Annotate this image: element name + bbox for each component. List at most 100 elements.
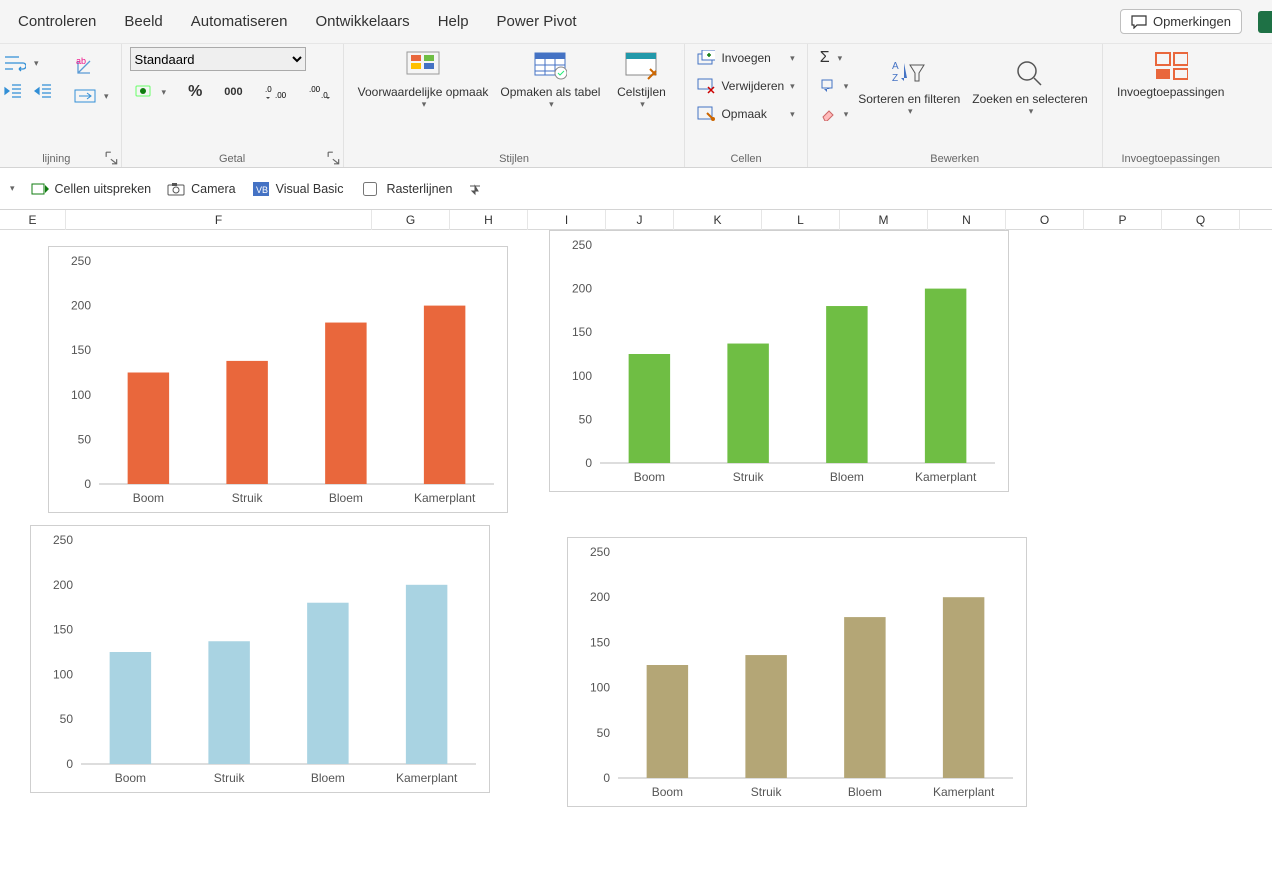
column-header[interactable]: Q [1162,210,1240,230]
column-header[interactable]: P [1084,210,1162,230]
bar[interactable] [128,373,169,485]
svg-text:250: 250 [572,238,592,252]
thousands-button[interactable]: 000 [220,81,246,103]
bar[interactable] [943,597,984,778]
bar[interactable] [745,655,786,778]
insert-button[interactable]: Invoegen ▾ [693,47,798,69]
column-header[interactable]: F [66,210,372,230]
visual-basic-button[interactable]: VB Visual Basic [252,181,344,197]
thousands-icon: 000 [224,86,242,98]
bar[interactable] [226,361,267,484]
increase-decimal-button[interactable]: .0.00 [261,81,291,103]
insert-label: Invoegen [721,51,770,65]
bar[interactable] [110,652,151,764]
bar[interactable] [406,585,447,764]
quick-customize[interactable] [468,182,482,196]
bar[interactable] [424,306,465,484]
column-header[interactable]: J [606,210,674,230]
chart-0[interactable]: 050100150200250BoomStruikBloemKamerplant [49,247,509,514]
autosum-button[interactable]: Σ ▾ [816,47,853,69]
svg-text:0: 0 [603,771,610,785]
camera-button[interactable]: Camera [167,182,235,196]
svg-text:200: 200 [53,578,73,592]
currency-button[interactable]: ▾ [130,81,171,103]
cell-styles-icon [624,49,658,83]
format-as-table-button[interactable]: Opmaken als tabel ▾ [494,47,606,112]
bar[interactable] [826,306,867,463]
quick-dropdown[interactable]: ▾ [8,183,15,194]
wrap-text-button[interactable]: ▾ [0,52,43,74]
increase-decimal-icon: .0.00 [265,84,287,100]
embedded-chart[interactable]: 050100150200250BoomStruikBloemKamerplant [567,537,1027,807]
search-icon [1013,56,1047,90]
dropdown-icon: ▾ [104,91,109,102]
clear-button[interactable]: ▾ [816,103,853,125]
orientation-button[interactable]: ab [70,53,113,79]
format-label: Opmaak [721,107,766,121]
menu-powerpivot[interactable]: Power Pivot [497,13,577,30]
merge-button[interactable]: ▾ [70,85,113,107]
svg-text:200: 200 [572,282,592,296]
comments-button[interactable]: Opmerkingen [1120,9,1242,34]
addins-button[interactable]: Invoegtoepassingen [1111,47,1231,101]
conditional-format-button[interactable]: Voorwaardelijke opmaak ▾ [352,47,495,112]
svg-text:Bloem: Bloem [311,771,345,785]
menu-controleren[interactable]: Controleren [18,13,96,30]
bar[interactable] [307,603,348,764]
column-header[interactable]: G [372,210,450,230]
format-button[interactable]: Opmaak ▾ [693,103,798,125]
decrease-decimal-button[interactable]: .00.0 [305,81,335,103]
embedded-chart[interactable]: 050100150200250BoomStruikBloemKamerplant [549,230,1009,492]
gridlines-checkbox[interactable] [363,182,377,196]
menu-beeld[interactable]: Beeld [124,13,162,30]
bar[interactable] [325,323,366,484]
sort-filter-button[interactable]: AZ Sorteren en filteren ▾ [852,54,966,119]
menu-ontwikkelaars[interactable]: Ontwikkelaars [315,13,409,30]
svg-text:Boom: Boom [634,470,665,484]
bar[interactable] [629,354,670,463]
bar[interactable] [727,344,768,463]
svg-text:250: 250 [590,545,610,559]
embedded-chart[interactable]: 050100150200250BoomStruikBloemKamerplant [30,525,490,793]
dialog-launcher-icon[interactable] [105,151,119,165]
cell-styles-button[interactable]: Celstijlen ▾ [606,47,676,112]
fill-button[interactable]: ▾ [816,75,853,97]
column-header[interactable]: O [1006,210,1084,230]
dropdown-icon: ▾ [1029,106,1034,117]
speak-cells-button[interactable]: Cellen uitspreken [31,182,152,196]
find-select-button[interactable]: Zoeken en selecteren ▾ [966,54,1093,119]
menu-automatiseren[interactable]: Automatiseren [191,13,288,30]
column-header[interactable]: N [928,210,1006,230]
bar[interactable] [925,289,966,463]
column-header[interactable]: M [840,210,928,230]
svg-text:Z: Z [892,73,898,84]
number-format-select[interactable]: Standaard [130,47,306,71]
menu-help[interactable]: Help [438,13,469,30]
chart-3[interactable]: 050100150200250BoomStruikBloemKamerplant [568,538,1028,808]
svg-text:Kamerplant: Kamerplant [396,771,458,785]
svg-text:Boom: Boom [652,785,683,799]
bar[interactable] [844,617,885,778]
dropdown-icon: ▾ [549,99,554,110]
chart-1[interactable]: 050100150200250BoomStruikBloemKamerplant [550,231,1010,493]
increase-indent-button[interactable] [30,80,56,102]
percent-button[interactable]: % [184,81,206,103]
comment-icon [1131,15,1147,29]
bar[interactable] [208,641,249,764]
gridlines-toggle[interactable]: Rasterlijnen [359,179,452,199]
column-header[interactable]: H [450,210,528,230]
svg-text:100: 100 [71,388,91,402]
decrease-indent-button[interactable] [0,80,26,102]
column-header[interactable]: I [528,210,606,230]
chart-2[interactable]: 050100150200250BoomStruikBloemKamerplant [31,526,491,794]
dropdown-icon: ▾ [422,99,427,110]
gridlines-label: Rasterlijnen [386,182,452,196]
dialog-launcher-icon[interactable] [327,151,341,165]
bar[interactable] [647,665,688,778]
column-header[interactable]: E [0,210,66,230]
svg-text:Bloem: Bloem [830,470,864,484]
column-header[interactable]: K [674,210,762,230]
embedded-chart[interactable]: 050100150200250BoomStruikBloemKamerplant [48,246,508,513]
delete-button[interactable]: Verwijderen ▾ [693,75,798,97]
column-header[interactable]: L [762,210,840,230]
